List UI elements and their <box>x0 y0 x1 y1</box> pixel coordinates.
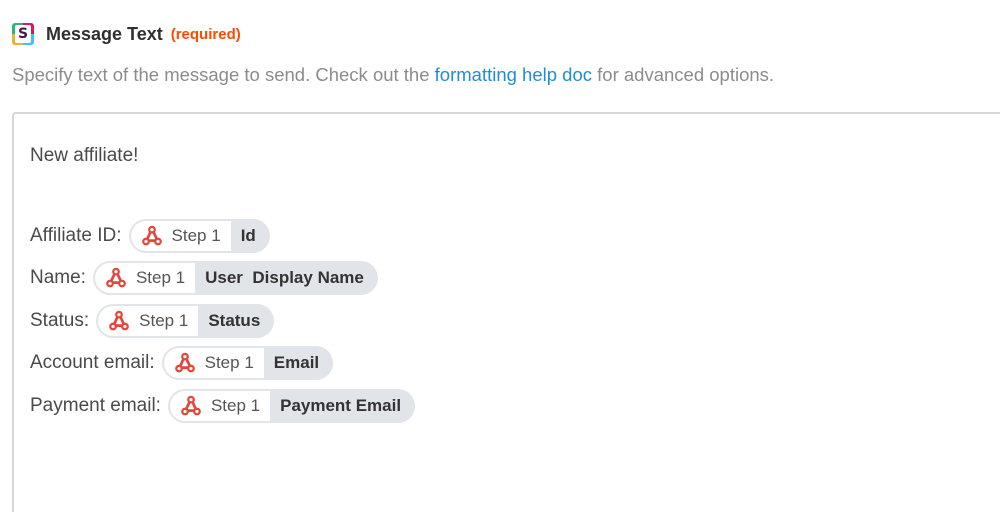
field-pill[interactable]: Step 1 Payment Email <box>167 389 416 423</box>
field-pill[interactable]: Step 1 Email <box>161 346 334 380</box>
pill-field-label: Email <box>273 353 320 372</box>
editor-row: Status: Step 1 Status <box>30 303 275 339</box>
required-label: (required) <box>170 25 241 43</box>
field-pill[interactable]: Step 1 Id <box>128 219 270 253</box>
webhook-icon <box>141 225 162 246</box>
row-label: Status: <box>30 310 90 331</box>
pill-field-label: Status <box>208 311 261 330</box>
first-line-text: New affiliate! <box>30 145 139 166</box>
editor-row: Name: Step 1 User Display Name <box>30 260 378 296</box>
message-text-editor[interactable]: New affiliate! Affiliate ID: Step 1 Id N… <box>12 112 1000 512</box>
webhook-icon <box>106 267 126 288</box>
editor-row: Account email: Step 1 Email <box>30 345 334 381</box>
pill-step-label: Step 1 <box>210 396 261 415</box>
slack-app-icon: S <box>12 23 34 45</box>
field-header: S Message Text (required) <box>12 20 241 48</box>
row-label: Affiliate ID: <box>30 225 122 246</box>
field-pill[interactable]: Step 1 Status <box>96 304 275 338</box>
pill-step-label: Step 1 <box>171 226 221 245</box>
editor-row: Payment email: Step 1 Payment Email <box>30 388 416 424</box>
help-text-suffix: for advanced options. <box>592 64 775 85</box>
pill-field-label: Payment Email <box>280 396 402 415</box>
pill-step: Step 1 <box>130 221 231 251</box>
pill-step-label: Step 1 <box>204 353 254 372</box>
formatting-help-link[interactable]: formatting help doc <box>435 64 592 85</box>
pill-step: Step 1 <box>98 306 199 336</box>
help-text-prefix: Specify text of the message to send. Che… <box>12 64 435 85</box>
webhook-icon <box>181 395 201 416</box>
help-text: Specify text of the message to send. Che… <box>12 64 774 86</box>
pill-step-label: Step 1 <box>139 311 189 330</box>
pill-step: Step 1 <box>169 391 271 421</box>
row-label: Payment email: <box>30 395 161 416</box>
field-title: Message Text <box>46 23 163 44</box>
pill-step: Step 1 <box>163 348 264 378</box>
pill-step-label: Step 1 <box>135 268 186 287</box>
pill-step: Step 1 <box>94 263 196 293</box>
webhook-icon <box>109 310 130 331</box>
editor-first-line: New affiliate! <box>30 138 138 174</box>
field-pill[interactable]: Step 1 User Display Name <box>92 261 378 295</box>
webhook-icon <box>174 352 195 373</box>
pill-field-label: Id <box>240 226 256 245</box>
row-label: Name: <box>30 267 86 288</box>
row-label: Account email: <box>30 352 155 373</box>
editor-row: Affiliate ID: Step 1 Id <box>30 218 270 254</box>
pill-field-label: User Display Name <box>205 268 364 287</box>
